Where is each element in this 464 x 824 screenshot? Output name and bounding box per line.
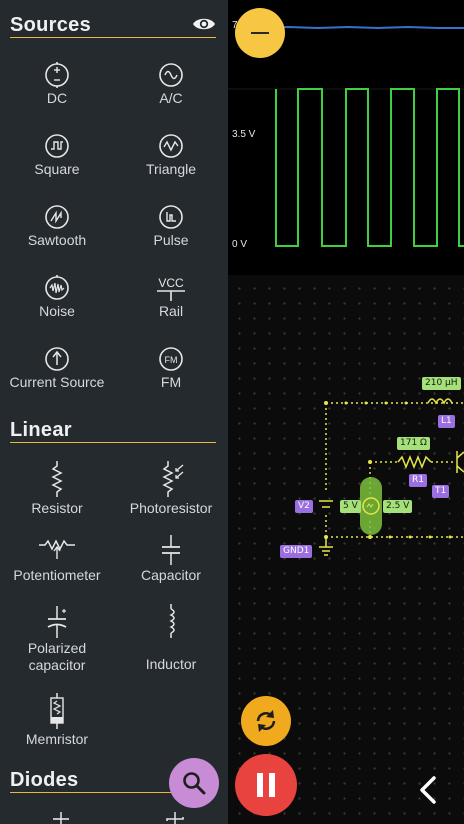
palette-item-photoresistor[interactable]: Photoresistor [114,460,228,517]
scope-label-mid: 3.5 V [232,129,256,140]
ground-name-label: GND1 [280,545,313,558]
palette-item-sawtooth[interactable]: Sawtooth [0,204,114,249]
palette-item-label: Memristor [25,731,89,747]
polarized-capacitor-icon [47,606,67,638]
transistor-name-label: T1 [432,485,450,498]
palette-item-resistor[interactable]: Resistor [0,460,114,517]
reset-simulation-button[interactable] [241,696,291,746]
linear-section-header: Linear [10,419,216,443]
zoom-out-button[interactable] [235,8,285,58]
inductor-value-label: 210 μH [422,377,461,390]
palette-item-pulse[interactable]: Pulse [114,204,228,249]
refresh-icon [256,710,276,732]
diodes-title: Diodes [10,769,79,791]
palette-item-square[interactable]: Square [0,133,114,178]
palette-item-label: DC [46,90,68,106]
palette-item-label: Photoresistor [129,500,213,516]
palette-item-label: Square [34,161,80,177]
resistor-value-label: 171 Ω [397,437,430,450]
palette-item-label: A/C [159,90,183,106]
potentiometer-icon [39,539,75,559]
collapse-panel-button[interactable] [408,770,448,810]
sources-title: Sources [10,14,92,36]
palette-item-label: Current Source [9,374,105,390]
palette-item-ac[interactable]: A/C [114,62,228,107]
source-offset-label: 2.5 V [383,500,413,513]
palette-item-label: Inductor [145,656,197,672]
dc-source-icon [45,62,69,88]
search-button[interactable] [169,758,219,808]
minus-icon [251,32,269,34]
search-icon [183,772,206,795]
svg-text:VCC: VCC [158,276,184,290]
pulse-source-icon [159,205,183,229]
rail-icon: VCC [157,276,185,301]
svg-text:FM: FM [165,355,178,365]
palette-item-label: Resistor [31,500,83,516]
palette-item-potentiometer[interactable]: Potentiometer [0,535,114,584]
noise-source-icon [45,275,69,300]
palette-item-label: FM [160,374,182,390]
fm-source-icon: FM [159,347,183,371]
inductor-name-label: L1 [438,415,455,428]
current-source-icon [45,347,69,371]
palette-item-label: Triangle [145,161,197,177]
palette-item-rail[interactable]: VCC Rail [114,275,228,320]
photoresistor-icon [162,461,184,497]
palette-item-inductor[interactable]: Inductor [114,604,228,673]
sources-section-header: Sources [10,14,216,38]
source-name-label: V2 [295,500,313,513]
palette-item-label: Capacitor [141,567,201,583]
palette-item-noise[interactable]: Noise [0,275,114,320]
diode-icon[interactable] [50,812,72,824]
palette-item-dc[interactable]: DC [0,62,114,107]
palette-item-label: Polarized capacitor [27,640,87,673]
palette-item-fm[interactable]: FM FM [114,346,228,391]
scope-label-zero: 0 V [232,239,248,250]
eye-icon[interactable] [192,16,216,32]
palette-item-triangle[interactable]: Triangle [114,133,228,178]
resistor-name-label: R1 [409,474,427,487]
chevron-left-icon [420,776,436,804]
inductor-icon [169,604,175,638]
resistor-icon [51,461,63,497]
palette-item-label: Pulse [153,232,189,248]
square-source-icon [45,134,69,158]
palette-item-current-source[interactable]: Current Source [0,346,114,391]
square-wave-trace [275,88,464,247]
source-amplitude-label: 5 V [340,500,361,513]
palette-item-polarized-capacitor[interactable]: Polarized capacitor [0,606,114,674]
ac-source-icon [159,63,183,87]
triangle-source-icon [159,134,183,158]
palette-item-label: Sawtooth [27,232,87,248]
palette-item-capacitor[interactable]: Capacitor [114,535,228,584]
palette-item-label: Potentiometer [13,567,101,583]
zener-diode-icon[interactable] [164,812,188,824]
pause-button[interactable] [235,754,297,816]
palette-item-label: Rail [158,303,184,319]
memristor-icon [50,693,64,729]
sawtooth-source-icon [45,205,69,229]
linear-title: Linear [10,419,72,441]
component-palette[interactable]: Sources DC A/C Square Triangle Sawtooth … [0,0,228,824]
capacitor-icon [162,535,180,565]
palette-item-memristor[interactable]: Memristor [0,693,114,748]
pause-icon [257,773,275,797]
palette-item-label: Noise [39,303,75,319]
